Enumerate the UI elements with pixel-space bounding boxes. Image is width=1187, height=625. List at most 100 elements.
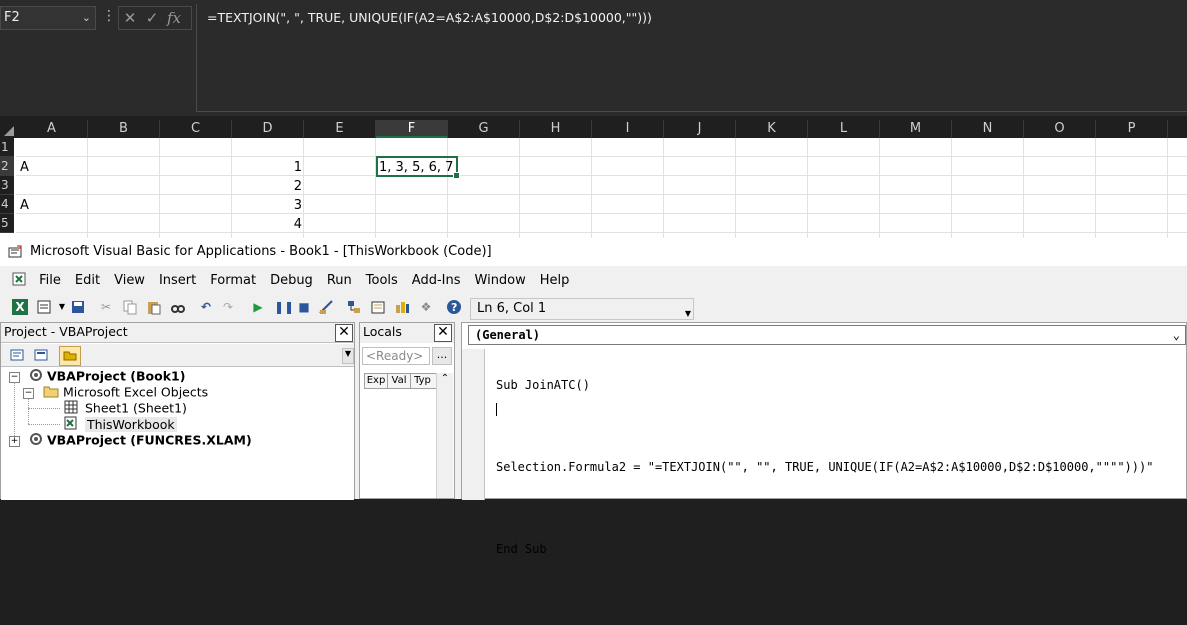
run-icon[interactable]: ▶ <box>250 299 266 315</box>
insert-module-icon[interactable] <box>36 299 52 315</box>
cell-D3[interactable]: 2 <box>232 177 302 196</box>
cancel-icon[interactable]: ✕ <box>119 7 141 29</box>
row-header-2[interactable]: 2 <box>0 157 14 176</box>
column-header-c[interactable]: C <box>160 120 232 138</box>
menu-file[interactable]: File <box>32 270 68 292</box>
toggle-folders-icon[interactable] <box>59 346 81 366</box>
column-header-h[interactable]: H <box>520 120 592 138</box>
column-header-type[interactable]: Typ <box>411 374 434 388</box>
redo-icon[interactable]: ↷ <box>220 299 236 315</box>
column-header-value[interactable]: Val <box>388 374 411 388</box>
name-box[interactable]: F2 ⌄ <box>0 6 96 30</box>
tree-item-thisworkbook[interactable]: ThisWorkbook <box>63 416 177 432</box>
menu-run[interactable]: Run <box>320 270 359 292</box>
cut-icon[interactable]: ✂ <box>98 299 114 315</box>
column-header-f[interactable]: F <box>376 120 448 138</box>
dropdown-arrow-icon[interactable]: ▼ <box>54 299 70 315</box>
menu-help[interactable]: Help <box>533 270 577 292</box>
close-locals-pane-button[interactable]: ✕ <box>434 324 452 342</box>
locals-scrollbar[interactable]: ⌃ <box>436 373 453 498</box>
cell-D5[interactable]: 4 <box>232 215 302 234</box>
enter-icon[interactable]: ✓ <box>141 7 163 29</box>
menu-window[interactable]: Window <box>468 270 533 292</box>
row-header-3[interactable]: 3 <box>0 176 14 195</box>
cell-D2[interactable]: 1 <box>232 158 302 177</box>
project-explorer-icon[interactable] <box>346 299 362 315</box>
fx-icon[interactable]: fx <box>163 7 185 29</box>
column-header-m[interactable]: M <box>880 120 952 138</box>
find-icon[interactable] <box>170 299 186 315</box>
properties-window-icon[interactable] <box>370 299 386 315</box>
menu-insert[interactable]: Insert <box>152 270 203 292</box>
active-cell-selection <box>376 156 460 179</box>
object-browser-icon[interactable] <box>394 299 410 315</box>
gridline <box>1023 138 1024 238</box>
column-header-k[interactable]: K <box>736 120 808 138</box>
break-icon[interactable]: ❚❚ <box>274 299 294 315</box>
row-header-4[interactable]: 4 <box>0 195 14 214</box>
column-header-o[interactable]: O <box>1024 120 1096 138</box>
excel-view-icon[interactable] <box>12 272 28 290</box>
menu-addins[interactable]: Add-Ins <box>405 270 468 292</box>
menu-format[interactable]: Format <box>203 270 263 292</box>
column-header-i[interactable]: I <box>592 120 664 138</box>
tree-item-excel-objects[interactable]: Microsoft Excel Objects <box>43 384 208 400</box>
column-header-b[interactable]: B <box>88 120 160 138</box>
column-header-l[interactable]: L <box>808 120 880 138</box>
view-excel-icon[interactable]: X <box>12 299 28 315</box>
save-icon[interactable] <box>70 299 86 315</box>
view-object-icon[interactable] <box>33 347 49 363</box>
code-line: End Sub <box>496 542 547 556</box>
column-header-d[interactable]: D <box>232 120 304 138</box>
column-header-expression[interactable]: Exp <box>365 374 388 388</box>
copy-icon[interactable] <box>122 299 138 315</box>
locals-column-headers: Exp Val Typ <box>364 373 438 389</box>
paste-icon[interactable] <box>146 299 162 315</box>
column-header-e[interactable]: E <box>304 120 376 138</box>
help-icon[interactable]: ? <box>446 299 462 315</box>
row-header-1[interactable]: 1 <box>0 138 14 157</box>
column-header-g[interactable]: G <box>448 120 520 138</box>
call-stack-button[interactable]: ... <box>432 347 452 365</box>
toolbox-icon[interactable]: ❖ <box>418 299 434 315</box>
menu-debug[interactable]: Debug <box>263 270 320 292</box>
close-project-pane-button[interactable]: ✕ <box>335 324 353 342</box>
cell-A2[interactable]: A <box>20 158 80 177</box>
formula-input[interactable]: =TEXTJOIN(", ", TRUE, UNIQUE(IF(A2=A$2:A… <box>196 4 1187 112</box>
code-margin-indicator-bar[interactable] <box>462 349 485 500</box>
view-code-icon[interactable] <box>9 347 25 363</box>
tree-item-sheet1[interactable]: Sheet1 (Sheet1) <box>63 400 187 416</box>
expand-icon[interactable]: + <box>9 436 20 447</box>
column-header-n[interactable]: N <box>952 120 1024 138</box>
chevron-down-icon[interactable]: ⌄ <box>1173 326 1180 344</box>
tree-item-vbaproject-book1[interactable]: VBAProject (Book1) <box>29 368 185 384</box>
menu-edit[interactable]: Edit <box>68 270 107 292</box>
select-all-corner[interactable] <box>0 120 16 138</box>
menu-tools[interactable]: Tools <box>359 270 405 292</box>
design-mode-icon[interactable] <box>318 299 334 315</box>
gridline <box>87 138 88 238</box>
row-header-5[interactable]: 5 <box>0 214 14 233</box>
reset-icon[interactable]: ■ <box>296 299 312 315</box>
tree-item-vbaproject-funcres[interactable]: VBAProject (FUNCRES.XLAM) <box>29 432 252 448</box>
cell-A4[interactable]: A <box>20 196 80 215</box>
project-toolbar-overflow-icon[interactable]: ▼ <box>342 348 354 364</box>
menu-view[interactable]: View <box>107 270 152 292</box>
object-dropdown[interactable]: (General) ⌄ <box>468 325 1186 345</box>
undo-icon[interactable]: ↶ <box>198 299 214 315</box>
more-options-icon[interactable]: ⋮ <box>102 8 116 24</box>
column-header-p[interactable]: P <box>1096 120 1168 138</box>
toolbar-options-icon[interactable]: ▼ <box>685 304 691 324</box>
column-header-j[interactable]: J <box>664 120 736 138</box>
chevron-down-icon[interactable]: ⌄ <box>82 7 91 29</box>
project-pane-title: Project - VBAProject <box>4 324 128 339</box>
cell-D4[interactable]: 3 <box>232 196 302 215</box>
column-header-a[interactable]: A <box>16 120 88 138</box>
code-editor[interactable]: Sub JoinATC() Selection.Formula2 = "=TEX… <box>496 351 1186 625</box>
gridline <box>16 175 1187 176</box>
scroll-up-icon[interactable]: ⌃ <box>437 373 453 384</box>
window-title: Microsoft Visual Basic for Applications … <box>30 244 492 259</box>
vba-project-icon <box>29 368 43 386</box>
